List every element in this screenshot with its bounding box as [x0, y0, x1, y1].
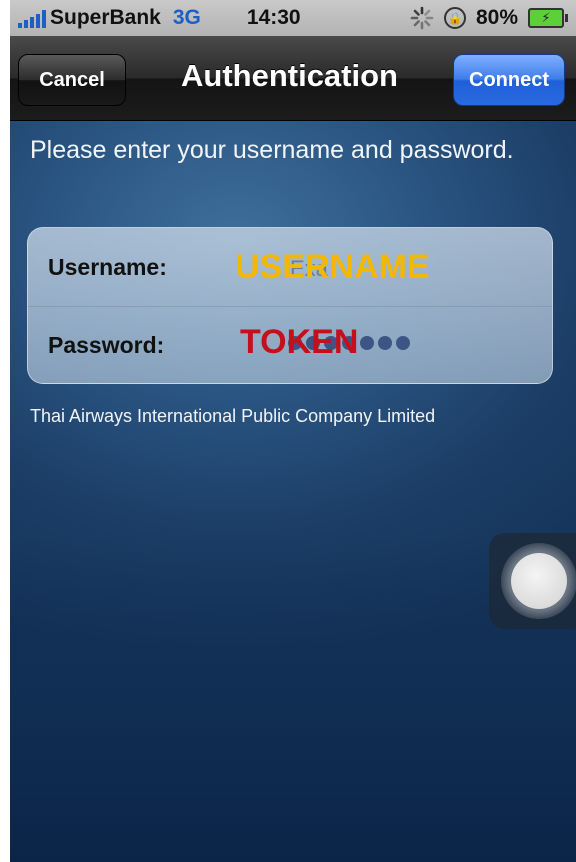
status-bar: SuperBank 3G 14:30 🔒 80% ⚡	[10, 0, 576, 36]
connect-button[interactable]: Connect	[453, 54, 565, 106]
page-title: Authentication	[181, 58, 398, 93]
network-type: 3G	[172, 6, 201, 29]
login-form: Username: Exa USERNAME Password: TOKEN	[27, 227, 553, 384]
username-field[interactable]: Username: Exa USERNAME	[28, 228, 552, 307]
navigation-bar: Cancel Authentication Connect	[10, 36, 576, 121]
company-name: Thai Airways International Public Compan…	[30, 406, 436, 426]
username-overlay-annotation: USERNAME	[235, 248, 430, 286]
token-overlay-annotation: TOKEN	[240, 323, 359, 361]
assistive-touch-button[interactable]	[489, 533, 576, 629]
password-field[interactable]: Password: TOKEN	[28, 306, 552, 384]
rotation-lock-icon: 🔒	[443, 7, 466, 29]
password-label: Password:	[48, 332, 165, 358]
cancel-button[interactable]: Cancel	[18, 54, 126, 106]
status-time: 14:30	[246, 6, 301, 29]
instructions-text: Please enter your username and password.	[30, 136, 514, 164]
username-label: Username:	[48, 254, 167, 280]
activity-icon	[410, 6, 434, 30]
battery-percent: 80%	[475, 6, 518, 29]
battery-icon: ⚡	[528, 8, 568, 28]
assistive-touch-icon	[501, 543, 576, 619]
signal-icon	[18, 8, 46, 28]
carrier-name: SuperBank	[50, 6, 161, 29]
screen: SuperBank 3G 14:30 🔒 80% ⚡ Cancel Authen…	[10, 0, 576, 862]
